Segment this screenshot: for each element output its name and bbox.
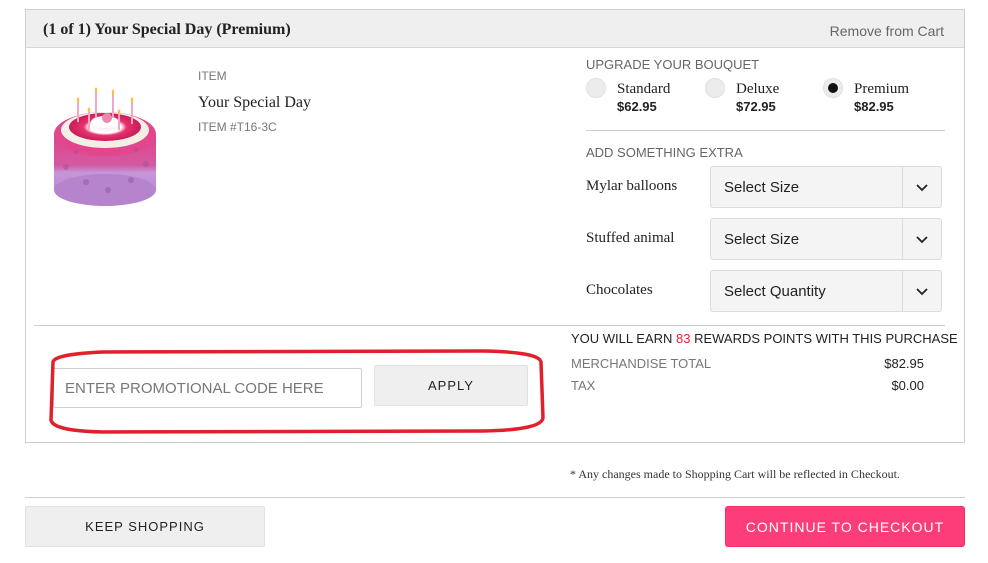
mylar-balloons-size-select[interactable]: Select Size [710,166,942,208]
select-value: Select Size [724,179,800,196]
add-something-extra-heading: ADD SOMETHING EXTRA [586,145,743,160]
radio-button[interactable] [705,78,725,98]
tax-label: TAX [571,378,596,393]
stuffed-animal-size-select[interactable]: Select Size [710,218,942,260]
keep-shopping-button[interactable]: KEEP SHOPPING [25,506,265,547]
item-name: Your Special Day [198,94,312,111]
apply-promo-button[interactable]: APPLY [374,365,528,406]
chevron-down-icon [916,288,928,296]
promo-code-input[interactable] [53,368,362,408]
extra-row-stuffed-animal: Stuffed animal Select Size [586,218,942,260]
product-image [54,87,156,206]
chevron-down-icon [916,236,928,244]
option-name: Standard [617,81,671,97]
rewards-suffix: REWARDS POINTS WITH THIS PURCHASE [690,331,958,346]
option-price: $82.95 [854,99,894,114]
upgrade-bouquet-heading: UPGRADE YOUR BOUQUET [586,57,760,72]
cart-item-title: (1 of 1) Your Special Day (Premium) [43,21,291,38]
radio-button[interactable] [586,78,606,98]
merchandise-total-label: MERCHANDISE TOTAL [571,356,712,371]
option-name: Deluxe [736,81,780,97]
cart-item-header: (1 of 1) Your Special Day (Premium) Remo… [26,10,964,48]
select-value: Select Size [724,231,800,248]
option-price: $62.95 [617,99,657,114]
rewards-points-message: YOU WILL EARN 83 REWARDS POINTS WITH THI… [571,331,958,346]
option-name: Premium [854,81,909,97]
rewards-points-value: 83 [675,331,691,346]
extra-label: Chocolates [586,282,653,298]
cart-disclaimer: * Any changes made to Shopping Cart will… [570,467,900,481]
extra-row-mylar-balloons: Mylar balloons Select Size [586,166,942,208]
remove-from-cart-link[interactable]: Remove from Cart [830,23,944,39]
chevron-down-icon [916,184,928,192]
option-price: $72.95 [736,99,776,114]
extra-label: Stuffed animal [586,230,675,246]
continue-to-checkout-button[interactable]: CONTINUE TO CHECKOUT [725,506,965,547]
select-value: Select Quantity [724,283,826,300]
rewards-prefix: YOU WILL EARN [571,331,676,346]
item-label: ITEM [198,69,227,83]
radio-button-selected[interactable] [823,78,843,98]
select-divider [902,167,903,207]
select-divider [902,271,903,311]
item-number: ITEM #T16-3C [198,120,277,134]
extra-label: Mylar balloons [586,178,678,194]
divider [34,325,945,326]
merchandise-total-value: $82.95 [884,356,924,371]
select-divider [902,219,903,259]
divider [25,497,965,498]
tax-value: $0.00 [891,378,924,393]
cart-item-card: (1 of 1) Your Special Day (Premium) Remo… [25,9,965,443]
extra-row-chocolates: Chocolates Select Quantity [586,270,942,312]
divider [586,130,945,131]
chocolates-quantity-select[interactable]: Select Quantity [710,270,942,312]
